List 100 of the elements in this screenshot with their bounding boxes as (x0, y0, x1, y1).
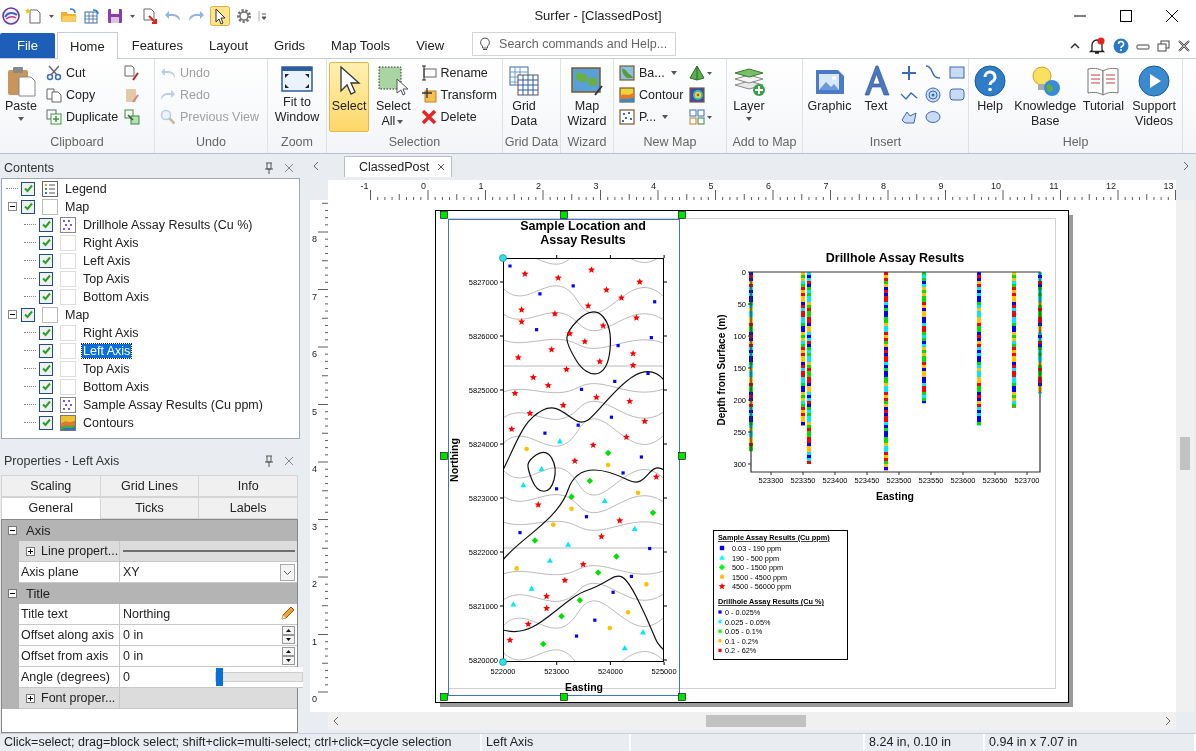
scroll-right-icon[interactable] (1182, 161, 1190, 171)
checkbox[interactable] (21, 307, 35, 322)
property-tab[interactable]: Scaling (1, 475, 101, 498)
target-icon[interactable] (924, 86, 942, 104)
post-map-button[interactable]: P... (616, 106, 687, 128)
selection-handle[interactable] (560, 211, 568, 219)
duplicate-button[interactable]: Duplicate (43, 106, 122, 128)
selection-handle[interactable] (440, 452, 448, 460)
scroll-left-icon[interactable] (312, 161, 320, 171)
tree-item[interactable]: Right Axis (82, 235, 140, 250)
paste-format-icon[interactable] (124, 87, 141, 103)
tree-item[interactable]: Drillhole Assay Results (Cu %) (82, 217, 254, 232)
selection-handle[interactable] (678, 452, 686, 460)
collapse-icon[interactable] (8, 589, 17, 599)
ribbon-tab[interactable]: Map Tools (319, 33, 403, 58)
spinner-arrows-icon[interactable] (282, 647, 295, 666)
curve-icon[interactable] (924, 64, 942, 82)
transform-button[interactable]: Transform (417, 84, 500, 106)
checkbox[interactable] (39, 343, 53, 358)
cut-button[interactable]: Cut (43, 62, 122, 84)
tree-item[interactable]: Map (64, 307, 91, 322)
save-icon[interactable] (106, 6, 124, 25)
map-wizard-button[interactable]: Map Wizard (563, 62, 611, 132)
tree-item[interactable]: Contours (82, 415, 135, 430)
layer-button[interactable]: Layer (729, 62, 769, 132)
tree-item[interactable]: Sample Assay Results (Cu ppm) (82, 397, 264, 412)
selection-handle[interactable] (440, 211, 448, 219)
slider-thumb[interactable] (216, 668, 223, 687)
fit-to-window-button[interactable]: Fit to Window (270, 62, 324, 132)
ribbon-tab[interactable]: Layout (197, 33, 261, 58)
checkbox[interactable] (39, 379, 53, 394)
grid-data-button[interactable]: Grid Data (505, 62, 543, 132)
help-button[interactable]: Help (971, 62, 1009, 132)
help-icon[interactable] (1113, 37, 1129, 54)
swap-objects-icon[interactable] (124, 109, 141, 125)
tree-item[interactable]: Bottom Axis (82, 289, 150, 304)
spinner-field[interactable]: 0 in (120, 646, 297, 668)
close-icon[interactable] (1166, 9, 1178, 22)
anchor-handle[interactable] (499, 658, 507, 666)
ellipse-icon[interactable] (924, 108, 942, 126)
ribbon-tab[interactable]: View (404, 33, 457, 58)
tree-item[interactable]: Right Axis (82, 325, 140, 340)
dropdown-field[interactable]: XY (120, 562, 297, 584)
tree-item[interactable]: Top Axis (82, 361, 131, 376)
select-button[interactable]: Select (329, 62, 370, 132)
tree-item[interactable]: Bottom Axis (82, 379, 150, 394)
rectangle-icon[interactable] (948, 64, 966, 82)
ribbon-tab[interactable]: Home (57, 32, 118, 59)
scroll-left-icon[interactable] (332, 716, 340, 726)
tree-item[interactable]: Left Axis (82, 343, 132, 358)
rename-button[interactable]: Rename (417, 62, 500, 84)
grid-file-icon[interactable] (83, 6, 101, 25)
checkbox[interactable] (21, 181, 35, 196)
pointer-icon[interactable] (210, 5, 230, 26)
pin-icon[interactable] (264, 161, 274, 174)
anchor-handle[interactable] (499, 254, 507, 262)
format-painter-icon[interactable] (124, 65, 141, 81)
ribbon-tab[interactable]: Grids (262, 33, 318, 58)
search-field[interactable]: Search commands and Help... (472, 32, 677, 56)
tree-item[interactable]: Left Axis (82, 253, 132, 268)
ribbon-tab[interactable]: Features (119, 33, 195, 58)
scrollbar-thumb[interactable] (1180, 437, 1190, 470)
bell-icon[interactable] (1088, 36, 1106, 55)
checkbox[interactable] (39, 235, 53, 250)
pencil-icon[interactable] (279, 606, 295, 623)
copy-button[interactable]: Copy (43, 84, 122, 106)
graphic-button[interactable]: Graphic (805, 62, 854, 132)
selection-handle[interactable] (440, 693, 448, 701)
vertical-scrollbar[interactable] (1176, 200, 1194, 712)
checkbox[interactable] (21, 199, 35, 214)
close-icon[interactable] (1178, 39, 1190, 52)
support-videos-button[interactable]: Support Videos (1128, 62, 1180, 132)
restore-icon[interactable] (1157, 39, 1171, 52)
contour-button[interactable]: Contour (616, 84, 687, 106)
checkbox[interactable] (39, 361, 53, 376)
plus-icon[interactable] (900, 64, 918, 82)
base-map-button[interactable]: Ba... (616, 62, 687, 84)
spinner-arrows-icon[interactable] (282, 626, 295, 645)
tutorial-button[interactable]: Tutorial (1081, 62, 1126, 132)
selection-handle[interactable] (678, 693, 686, 701)
collapse-icon[interactable] (8, 202, 17, 212)
collapse-icon[interactable] (8, 526, 17, 536)
checkbox[interactable] (39, 289, 53, 304)
horizontal-scrollbar[interactable] (328, 712, 1176, 730)
selection-handle[interactable] (560, 693, 568, 701)
pin-icon[interactable] (264, 455, 274, 468)
paste-button[interactable]: Paste (2, 62, 40, 132)
close-icon[interactable] (437, 163, 446, 171)
scrollbar-thumb[interactable] (706, 715, 806, 727)
document-tab[interactable]: ClassedPost (344, 156, 453, 177)
app-logo-icon[interactable] (2, 6, 20, 25)
rounded-rectangle-icon[interactable] (948, 86, 966, 104)
tree-item[interactable]: Legend (64, 181, 108, 196)
collapse-icon[interactable] (8, 310, 17, 320)
export-document-icon[interactable] (141, 6, 159, 25)
text-field[interactable]: Northing (120, 604, 297, 626)
tree-item[interactable]: Map (64, 199, 91, 214)
property-tab[interactable]: Info (198, 475, 298, 498)
heatmap-icon[interactable] (689, 87, 706, 103)
select-all-button[interactable]: Select All (372, 62, 415, 132)
